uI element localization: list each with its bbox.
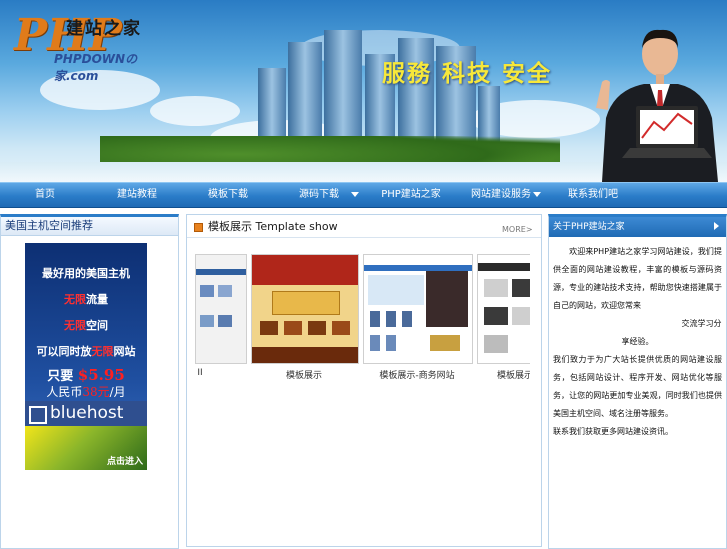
about-panel: 关于PHP建站之家 欢迎来PHP建站之家学习网站建设，我们提供全面的网站建设教程… [548,214,727,549]
nav-item-source[interactable]: 源码下载 [288,183,350,207]
skyscraper [288,42,322,150]
about-paragraph: 联系我们获取更多网站建设资讯。 [553,427,673,436]
thumb-photo [426,271,468,327]
ad-text: /月 [109,385,126,399]
about-panel-title: 关于PHP建站之家 [553,222,625,232]
about-paragraph: 交流学习分享经验。 [553,319,722,346]
hosting-panel-title: 美国主机空间推荐 [1,217,178,236]
about-panel-header: 关于PHP建站之家 [549,217,726,237]
nav-item-tutorials[interactable]: 建站教程 [106,183,168,207]
template-show-panel: 模板展示 Template show MORE> II 模板展示 模板展示-商务… [186,214,542,547]
thumb-block [484,335,508,353]
thumb-block [386,311,396,327]
nav-item-services[interactable]: 网站建设服务 [470,183,532,207]
ad-text: 只要 [47,369,74,384]
template-show-title: 模板展示 Template show [208,220,338,233]
bluehost-brand: bluehost [50,403,124,423]
skyscraper [324,30,362,150]
thumb-block [260,321,278,335]
ad-line: 可以同时放无限网站 [25,343,147,359]
thumb-block [430,335,460,351]
thumb-block [218,285,232,297]
ad-line: 只要 $5.95 [25,365,147,384]
ad-line: 无限流量 [25,291,147,307]
thumb-block [512,279,530,297]
template-caption[interactable]: 模板展示 [495,368,530,381]
ad-text: 人民币 [46,385,83,399]
logo-domain: PHPDOWNの家.com [54,52,138,83]
ad-highlight: 无限 [64,293,86,306]
chevron-down-icon[interactable] [533,192,541,197]
nav-item-templates[interactable]: 模板下载 [197,183,259,207]
chevron-down-icon[interactable] [351,192,359,197]
about-paragraph: 我们致力于为广大站长提供优质的网站建设服务，包括网站设计、程序开发、网站优化等服… [553,355,722,418]
template-caption[interactable]: 模板展示 [251,368,357,381]
slogan: 服務 科技 安全 [382,61,553,87]
ad-price-usd: $5.95 [77,366,125,384]
ad-footer: 点击进入 [25,426,147,470]
businessman-with-laptop-image [596,29,718,182]
template-thumbnail[interactable] [195,254,247,364]
thumb-block [200,315,214,327]
nav-item-contact[interactable]: 联系我们吧 [562,183,624,207]
thumb-block [512,307,530,325]
thumb-nav-bar [196,269,246,275]
template-thumbnail[interactable] [477,254,530,364]
template-caption[interactable]: II [195,368,205,378]
ad-highlight: 无限 [91,345,114,358]
thumb-block [332,321,350,335]
ad-enter-link[interactable]: 点击进入 [107,454,143,467]
thumb-block [368,275,424,305]
thumb-block [402,311,412,327]
ad-text: 流量 [86,293,108,306]
nav-item-php[interactable]: PHP建站之家 [380,183,442,207]
about-panel-body: 欢迎来PHP建站之家学习网站建设，我们提供全面的网站建设教程，丰富的模板与源码资… [549,237,726,441]
ad-line: 人民币38元/月 [25,383,147,400]
hosting-panel: 美国主机空间推荐 最好用的美国主机 无限流量 无限空间 可以同时放无限网站 只要… [0,214,179,549]
bullet-square-icon [194,223,203,232]
thumb-footer [252,347,358,363]
header-banner: PHP 建站之家 PHPDOWNの家.com 服務 科技 安全 [0,0,727,182]
template-thumbnail[interactable] [251,254,359,364]
thumb-block [370,335,380,351]
thumb-block [484,307,508,325]
about-paragraph: 欢迎来PHP建站之家学习网站建设，我们提供全面的网站建设教程，丰富的模板与源码资… [553,247,722,310]
ad-price-cny: 38元 [82,385,110,399]
thumb-block [200,285,214,297]
site-logo[interactable]: PHP 建站之家 PHPDOWNの家.com [14,10,164,83]
bluehost-logo-icon [29,406,47,424]
thumb-header [252,255,358,285]
thumb-block [370,311,380,327]
ad-headline: 最好用的美国主机 [42,267,130,280]
template-thumbnail[interactable] [363,254,473,364]
ad-text: 网站 [113,345,136,358]
bluehost-brand-bar: bluehost [25,401,147,426]
bluehost-ad-banner[interactable]: 最好用的美国主机 无限流量 无限空间 可以同时放无限网站 只要 $5.95 人民… [25,243,147,470]
thumb-banner [272,291,340,315]
thumb-block [308,321,326,335]
template-caption[interactable]: 模板展示-商务网站 [363,368,471,381]
thumb-block [284,321,302,335]
ad-text: 可以同时放 [36,345,92,358]
thumb-block [218,315,232,327]
nav-item-home[interactable]: 首页 [20,183,70,207]
thumb-block [484,279,508,297]
ad-highlight: 无限 [64,319,86,332]
logo-chinese-name: 建站之家 [66,19,142,39]
thumb-block [386,335,396,351]
main-nav: 首页 建站教程 模板下载 源码下载 PHP建站之家 网站建设服务 联系我们吧 [0,182,727,208]
cloud [150,96,240,126]
template-show-header: 模板展示 Template show MORE> [187,215,541,238]
ad-line: 无限空间 [25,317,147,333]
chevron-right-icon[interactable] [714,222,719,230]
more-link[interactable]: MORE> [502,225,533,234]
thumb-nav-bar [478,263,530,271]
ad-text: 空间 [86,319,108,332]
template-carousel: II 模板展示 模板展示-商务网站 模板展示 [195,254,530,384]
